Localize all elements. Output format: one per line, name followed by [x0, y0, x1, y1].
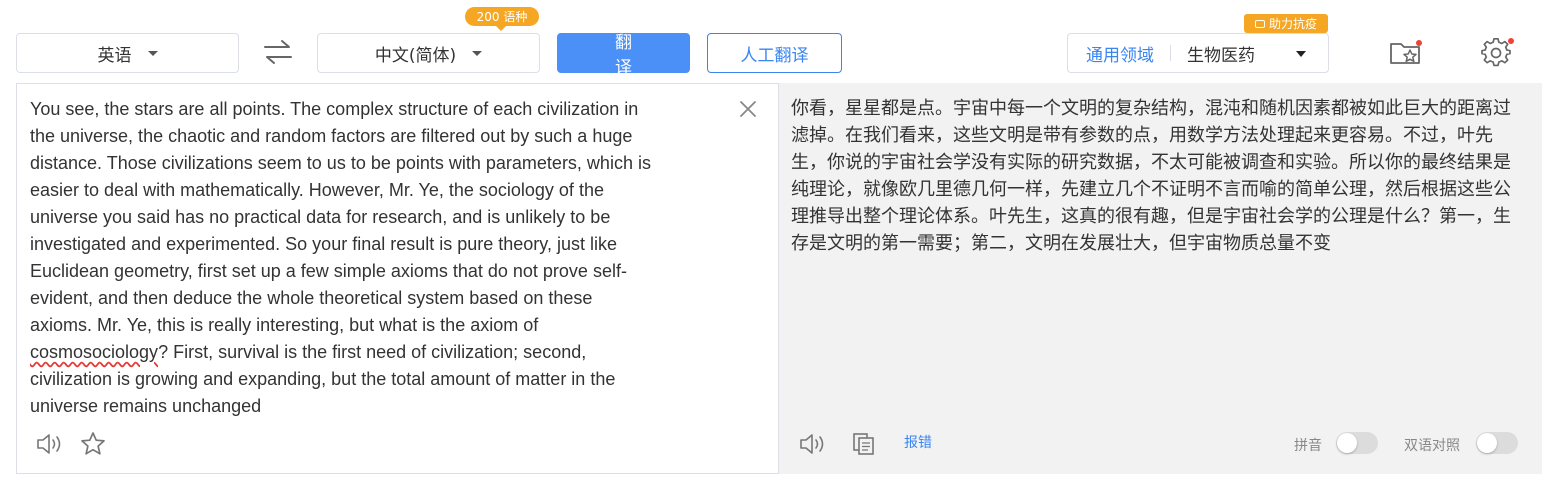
swap-icon[interactable]: [262, 38, 294, 66]
bilingual-toggle[interactable]: [1476, 432, 1518, 454]
chevron-down-icon: [472, 50, 483, 56]
speaker-icon[interactable]: [799, 432, 827, 456]
source-panel[interactable]: You see, the stars are all points. The c…: [16, 83, 779, 474]
speaker-icon[interactable]: [36, 432, 64, 456]
source-language-select[interactable]: 英语: [16, 33, 239, 73]
notification-dot: [1416, 40, 1422, 46]
caret-down-icon: [1296, 51, 1306, 57]
star-icon[interactable]: [80, 431, 106, 457]
translator-page: 英语 中文(简体) 200 语种 翻 译 人工翻译 助力抗疫 通用领域 生物医药…: [0, 0, 1556, 483]
domain-value: 生物医药: [1187, 45, 1255, 66]
languages-count-badge: 200 语种: [465, 7, 539, 31]
source-language-label: 英语: [97, 45, 132, 66]
domain-label[interactable]: 通用领域: [1086, 41, 1154, 66]
pinyin-label: 拼音: [1294, 438, 1322, 454]
human-translation-button[interactable]: 人工翻译: [707, 33, 842, 73]
translate-button[interactable]: 翻 译: [557, 33, 690, 77]
help-badge-label: 助力抗疫: [1268, 17, 1317, 31]
target-language-select[interactable]: 中文(简体): [317, 33, 540, 73]
toggle-knob: [1477, 433, 1497, 453]
target-language-label: 中文(简体): [374, 45, 457, 66]
pinyin-toggle[interactable]: [1336, 432, 1378, 454]
copy-icon[interactable]: [852, 432, 876, 456]
domain-select[interactable]: 通用领域 生物医药: [1067, 33, 1329, 73]
domain-divider: [1170, 45, 1171, 61]
report-error-link[interactable]: 报错: [904, 432, 932, 452]
help-fight-epidemic-badge: 助力抗疫: [1244, 14, 1328, 33]
chevron-down-icon: [147, 50, 158, 56]
translation-text: 你看，星星都是点。宇宙中每一个文明的复杂结构，混沌和随机因素都被如此巨大的距离过…: [791, 98, 1511, 254]
settings-gear-icon[interactable]: [1481, 38, 1511, 68]
notification-dot: [1508, 38, 1514, 44]
misspelled-word[interactable]: cosmosociology: [30, 342, 158, 362]
bilingual-label: 双语对照: [1404, 438, 1460, 454]
tag-icon: [1254, 19, 1265, 28]
translation-panel: 你看，星星都是点。宇宙中每一个文明的复杂结构，混沌和随机因素都被如此巨大的距离过…: [779, 83, 1542, 474]
source-text-part: You see, the stars are all points. The c…: [30, 99, 651, 335]
toggle-knob: [1337, 433, 1357, 453]
clear-icon[interactable]: [739, 100, 757, 118]
source-text[interactable]: You see, the stars are all points. The c…: [30, 96, 720, 420]
